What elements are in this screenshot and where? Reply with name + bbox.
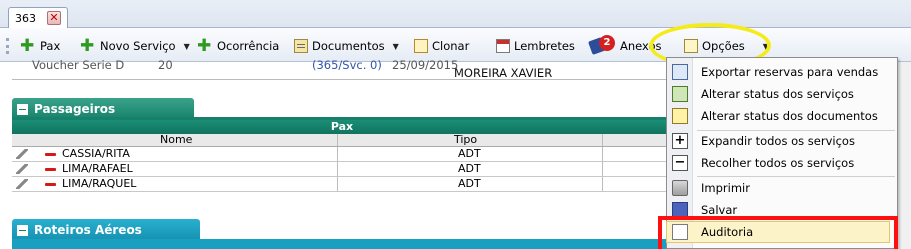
table-row[interactable]: LIMA/RAQUEL ADT [12, 177, 672, 192]
novo-servico-label: Novo Serviço [100, 39, 176, 53]
passenger-name: LIMA/RAFAEL [62, 162, 133, 175]
collapse-icon[interactable] [17, 224, 28, 236]
menu-item-label: Alterar status dos documentos [701, 109, 878, 123]
menu-item-imprimir[interactable]: Imprimir [667, 177, 899, 199]
printer-icon [672, 180, 688, 196]
pax-button[interactable]: ✚ Pax [20, 37, 60, 55]
status-services-icon [672, 86, 688, 102]
edit-icon[interactable] [16, 179, 28, 189]
pax-group-header: Pax [12, 120, 672, 134]
service-code[interactable]: (365/Svc. 0) [312, 58, 382, 72]
plus-icon: ✚ [20, 36, 35, 56]
menu-item-label: Salvar [701, 203, 738, 217]
menu-item-alterar-status-servicos[interactable]: Alterar status dos serviços [667, 83, 899, 105]
passenger-name: CASSIA/RITA [62, 147, 130, 160]
menu-item-label: Exportar reservas para vendas [701, 65, 879, 79]
menu-item-label: Recolher todos os serviços [701, 156, 855, 170]
plus-icon: ✚ [80, 36, 95, 56]
status-documents-icon [672, 108, 688, 124]
menu-item-recolher[interactable]: − Recolher todos os serviços [667, 152, 899, 174]
edit-icon[interactable] [16, 164, 28, 174]
remove-icon[interactable] [45, 183, 56, 186]
document-icon [294, 39, 308, 53]
toolbar-grip[interactable] [6, 38, 9, 54]
roteiros-panel-bar [12, 239, 672, 249]
novo-servico-button[interactable]: ✚ Novo Serviço ▼ [80, 37, 190, 55]
lembretes-label: Lembretes [514, 39, 575, 53]
menu-item-alterar-status-documentos[interactable]: Alterar status dos documentos [667, 105, 899, 127]
service-name: Voucher Serie D [32, 58, 125, 72]
passenger-type: ADT [458, 162, 481, 175]
clonar-label: Clonar [432, 39, 470, 53]
menu-item-label: Expandir todos os serviços [701, 134, 855, 148]
calendar-icon [496, 39, 510, 53]
edit-icon[interactable] [16, 149, 28, 159]
tab-reservation[interactable]: 363 ✕ [8, 7, 68, 29]
export-icon [672, 64, 688, 80]
roteiros-panel-title[interactable]: Roteiros Aéreos [12, 219, 200, 241]
passenger-type: ADT [458, 177, 481, 190]
pax-label: Pax [40, 39, 61, 53]
highlight-box [658, 216, 898, 249]
column-header-tipo[interactable]: Tipo [454, 134, 477, 146]
menu-item-exportar[interactable]: Exportar reservas para vendas [667, 61, 899, 83]
tab-strip: 363 ✕ [0, 0, 911, 29]
expand-icon: + [672, 133, 688, 149]
clone-icon [414, 39, 428, 53]
collapse-icon: − [672, 155, 688, 171]
documentos-label: Documentos [312, 39, 385, 53]
close-tab-icon[interactable]: ✕ [47, 11, 61, 25]
ocorrencia-button[interactable]: ✚ Ocorrência [197, 37, 279, 55]
plus-icon: ✚ [197, 36, 212, 56]
roteiros-title: Roteiros Aéreos [34, 223, 142, 237]
lembretes-button[interactable]: Lembretes [496, 37, 575, 55]
menu-item-label: Alterar status dos serviços [701, 87, 854, 101]
service-row[interactable]: Voucher Serie D 20 (365/Svc. 0) 25/09/20… [12, 58, 672, 80]
column-header-nome[interactable]: Nome [160, 134, 192, 146]
passageiros-table: Pax Nome Tipo CASSIA/RITA ADT LIMA/RAFAE… [12, 120, 672, 192]
passenger-type: ADT [458, 147, 481, 160]
ocorrencia-label: Ocorrência [217, 39, 280, 53]
remove-icon[interactable] [45, 168, 56, 171]
remove-icon[interactable] [45, 153, 56, 156]
chevron-down-icon[interactable]: ▼ [184, 42, 190, 51]
table-header: Nome Tipo [12, 134, 672, 147]
passageiros-title: Passageiros [34, 102, 116, 116]
vertical-scrollbar[interactable] [897, 62, 911, 249]
clonar-button[interactable]: Clonar [414, 37, 469, 55]
service-date: 25/09/2015 [392, 58, 459, 72]
passenger-name: LIMA/RAQUEL [62, 177, 137, 190]
chevron-down-icon[interactable]: ▼ [393, 42, 399, 51]
tab-label: 363 [15, 12, 36, 25]
table-row[interactable]: CASSIA/RITA ADT [12, 147, 672, 162]
menu-item-expandir[interactable]: + Expandir todos os serviços [667, 130, 899, 152]
service-qty: 20 [158, 58, 173, 72]
service-client: MOREIRA XAVIER [454, 66, 553, 80]
menu-item-label: Imprimir [701, 181, 750, 195]
anexos-count-badge: 2 [599, 35, 615, 51]
table-row[interactable]: LIMA/RAFAEL ADT [12, 162, 672, 177]
documentos-button[interactable]: Documentos ▼ [294, 37, 399, 55]
collapse-icon[interactable] [17, 103, 28, 115]
